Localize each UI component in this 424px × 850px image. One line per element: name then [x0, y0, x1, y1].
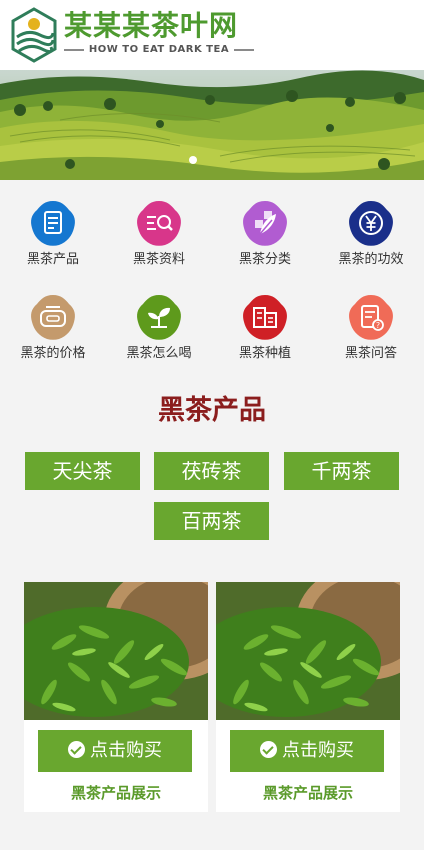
- category-black-tea-types[interactable]: 黑茶分类: [212, 180, 318, 274]
- category-black-tea-products[interactable]: 黑茶产品: [0, 180, 106, 274]
- brand-subtitle-text: HOW TO EAT DARK TEA: [88, 44, 230, 55]
- buildings-icon: [242, 294, 288, 340]
- check-circle-icon: [68, 741, 85, 758]
- category-label: 黑茶的功效: [338, 252, 404, 267]
- product-caption[interactable]: 黑茶产品展示: [24, 782, 208, 804]
- grid-leaf-icon: [242, 200, 288, 246]
- svg-text:?: ?: [376, 321, 380, 330]
- subtitle-divider-left: [64, 49, 84, 51]
- tea-pot-icon: [30, 294, 76, 340]
- tag-qianliang-tea[interactable]: 千两茶: [284, 452, 399, 490]
- products-section-title: 黑茶产品: [158, 395, 266, 426]
- question-doc-icon: ?: [348, 294, 394, 340]
- site-header: 某某某茶叶网 HOW TO EAT DARK TEA: [0, 0, 424, 70]
- buy-button-label: 点击购买: [90, 740, 162, 761]
- product-card: 点击购买 黑茶产品展示: [24, 582, 208, 812]
- search-list-icon: [136, 200, 182, 246]
- brand-name[interactable]: 某某某茶叶网: [64, 8, 238, 44]
- tag-fuzhuan-tea[interactable]: 茯砖茶: [154, 452, 269, 490]
- category-black-tea-info[interactable]: 黑茶资料: [106, 180, 212, 274]
- buy-button[interactable]: 点击购买: [230, 730, 384, 772]
- product-card: 点击购买 黑茶产品展示: [216, 582, 400, 812]
- category-label: 黑茶怎么喝: [126, 346, 192, 361]
- document-icon: [30, 200, 76, 246]
- hero-banner[interactable]: [0, 70, 424, 180]
- category-label: 黑茶分类: [238, 252, 291, 267]
- tag-bailiang-tea[interactable]: 百两茶: [154, 502, 269, 540]
- tea-hills-logo-icon[interactable]: [10, 7, 58, 63]
- product-image[interactable]: [24, 582, 208, 720]
- yen-icon: [348, 200, 394, 246]
- buy-button-label: 点击购买: [282, 740, 354, 761]
- category-label: 黑茶的价格: [20, 346, 86, 361]
- category-black-tea-price[interactable]: 黑茶的价格: [0, 274, 106, 368]
- buy-button[interactable]: 点击购买: [38, 730, 192, 772]
- category-label: 黑茶种植: [238, 346, 291, 361]
- category-black-tea-benefits[interactable]: 黑茶的功效: [318, 180, 424, 274]
- subtitle-divider-right: [234, 49, 254, 51]
- product-image[interactable]: [216, 582, 400, 720]
- product-caption[interactable]: 黑茶产品展示: [216, 782, 400, 804]
- sprout-icon: [136, 294, 182, 340]
- category-label: 黑茶问答: [344, 346, 397, 361]
- category-qa[interactable]: ? 黑茶问答: [318, 274, 424, 368]
- brand-subtitle: HOW TO EAT DARK TEA: [64, 43, 254, 57]
- tag-tianjian-tea[interactable]: 天尖茶: [25, 452, 140, 490]
- category-planting[interactable]: 黑茶种植: [212, 274, 318, 368]
- category-label: 黑茶产品: [26, 252, 79, 267]
- category-how-to-drink[interactable]: 黑茶怎么喝: [106, 274, 212, 368]
- carousel-dot-active[interactable]: [189, 156, 197, 164]
- tea-plantation-image: [0, 70, 424, 180]
- category-label: 黑茶资料: [132, 252, 185, 267]
- check-circle-icon: [260, 741, 277, 758]
